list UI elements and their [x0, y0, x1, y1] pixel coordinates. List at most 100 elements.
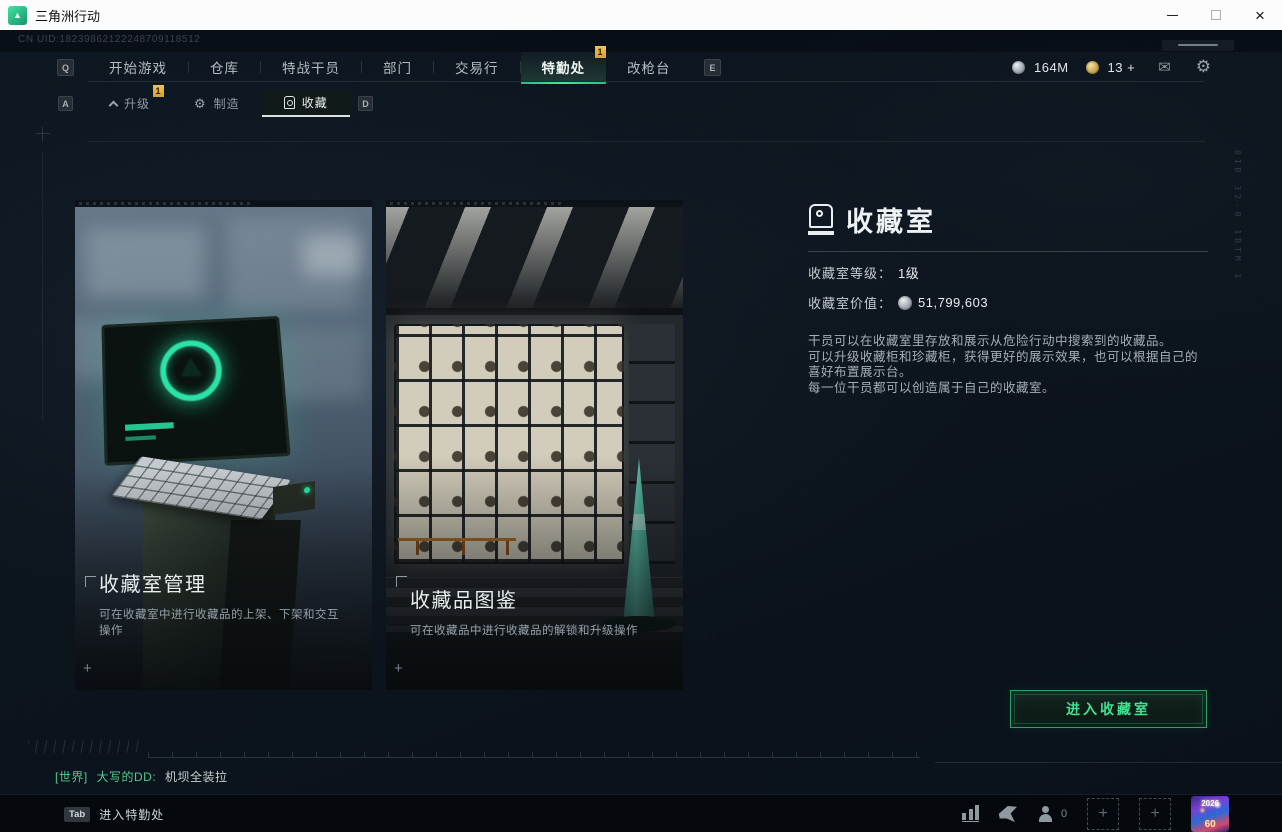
window-controls: × [1150, 0, 1282, 30]
chat-message[interactable]: [世界] 大写的DD: 机坝全装拉 [55, 768, 228, 785]
tab-shortcut-label: 进入特勤处 [99, 806, 164, 823]
value-row: 收藏室价值： 51,799,603 [808, 293, 1208, 312]
invite-slot-button[interactable]: + [1087, 798, 1119, 830]
tab-keycap: Tab [64, 807, 90, 822]
card-collection-room-management[interactable]: + 收藏室管理 可在收藏室中进行收藏品的上架、下架和交互操作 [75, 200, 372, 690]
subnav-item-label: 升级 [124, 95, 150, 112]
left-guide-line [42, 152, 43, 420]
section-divider-line [88, 141, 1205, 142]
nav-item-label: 特战干员 [282, 57, 340, 77]
card-caption: 收藏品图鉴 可在收藏品中进行收藏品的解锁和升级操作 [386, 584, 683, 690]
bottom-bar: Tab 进入特勤处 0 + + 2026 60 [0, 794, 1282, 832]
subnav-item-craft[interactable]: ⚙ 制造 [172, 90, 262, 117]
bottom-bar-icons: 0 + + 2026 60 [962, 795, 1229, 832]
gold-currency-value[interactable]: 13 + [1108, 60, 1136, 75]
subnav-key-hint-left: A [58, 96, 73, 111]
invite-slot-button[interactable]: + [1139, 798, 1171, 830]
app-logo-icon: ▲ [8, 6, 27, 25]
close-button[interactable]: × [1238, 0, 1282, 30]
card-title: 收藏室管理 [99, 568, 348, 597]
subnav-item-upgrade[interactable]: 升级 1 [88, 90, 172, 117]
silver-currency-value[interactable]: 164M [1034, 60, 1069, 75]
friends-button[interactable]: 0 [1038, 806, 1067, 822]
maximize-button[interactable] [1194, 0, 1238, 30]
card-collection-encyclopedia[interactable]: + 收藏品图鉴 可在收藏品中进行收藏品的解锁和升级操作 [386, 200, 683, 690]
enter-special-service-shortcut[interactable]: Tab 进入特勤处 [64, 795, 164, 832]
ruler-decor [148, 752, 920, 758]
nav-item-label: 改枪台 [627, 57, 671, 77]
case-gear [816, 210, 823, 217]
collection-room-panel: 收藏室 收藏室等级： 1级 收藏室价值： 51,799,603 干员可以在收藏室… [808, 200, 1208, 396]
stats-icon[interactable] [962, 806, 979, 822]
scratch-decor [28, 740, 140, 753]
settings-gear-icon[interactable]: ⚙ [1196, 57, 1211, 77]
minimize-button[interactable] [1150, 0, 1194, 30]
titlebar: ▲ 三角洲行动 × [0, 0, 1282, 30]
nav-item-operators[interactable]: 特战干员 [261, 52, 361, 82]
promo-text-bottom: 60 [1191, 819, 1229, 830]
nav-key-hint-left: Q [57, 59, 74, 76]
description-line: 可以升级收藏柜和珍藏柜，获得更好的展示效果，也可以根据自己的喜好布置展示台。 [808, 350, 1208, 381]
chat-text: 机坝全装拉 [165, 770, 228, 784]
silver-coin-icon [898, 296, 912, 310]
corner-bracket-decor [396, 576, 407, 587]
nav-key-hint-right: E [704, 59, 721, 76]
corner-bracket-decor [85, 576, 96, 587]
subnav-badge: 1 [153, 85, 164, 97]
panel-divider [808, 251, 1208, 252]
case-base [808, 231, 834, 235]
promo-text-top: 2026 [1191, 799, 1229, 808]
nav-item-special-service-selected[interactable]: 特勤处 1 [521, 52, 607, 82]
card-header-strip [386, 200, 683, 207]
level-label: 收藏室等级： [808, 263, 892, 282]
collection-icon [284, 96, 295, 109]
nav-item-label: 部门 [383, 57, 412, 77]
card-caption: 收藏室管理 可在收藏室中进行收藏品的上架、下架和交互操作 [75, 568, 372, 690]
minimize-icon [1167, 15, 1178, 16]
level-value: 1级 [898, 263, 919, 282]
plus-mark-decor: + [83, 660, 92, 677]
nav-item-warehouse[interactable]: 仓库 [189, 52, 260, 82]
vertical-decor-text: 01B 32-0 1BTM 1 [1233, 150, 1242, 360]
description-line: 每一位干员都可以创造属于自己的收藏室。 [808, 381, 1208, 397]
maximize-icon [1211, 10, 1221, 20]
level-row: 收藏室等级： 1级 [808, 263, 1208, 282]
card-description: 可在收藏品中进行收藏品的解锁和升级操作 [410, 622, 659, 638]
page-title: 收藏室 [846, 200, 936, 239]
subnav-key-hint-right: D [358, 96, 373, 111]
mail-icon[interactable]: ✉ [1158, 58, 1171, 76]
topbar-right: 164M 13 + ✉ ⚙ [1012, 52, 1211, 82]
enter-collection-room-button[interactable]: 进入收藏室 [1010, 690, 1207, 728]
upgrade-icon [109, 100, 119, 110]
silver-coin-icon [1012, 61, 1025, 74]
nav-item-label: 特勤处 [542, 57, 586, 77]
subnav-item-label: 收藏 [302, 94, 328, 111]
panel-header: 收藏室 [808, 200, 1208, 239]
nav-item-start-game[interactable]: 开始游戏 [88, 52, 188, 82]
card-description: 可在收藏室中进行收藏品的上架、下架和交互操作 [99, 606, 348, 638]
subnav-item-collection-selected[interactable]: 收藏 [262, 90, 350, 117]
player-uid: CN UID:18239862122248709118512 [18, 34, 200, 45]
nav-item-label: 仓库 [210, 57, 239, 77]
nav-badge: 1 [595, 46, 606, 58]
main-nav: 开始游戏 仓库 特战干员 部门 交易行 特勤处 1 改枪台 [88, 52, 692, 82]
announcement-horn-icon[interactable] [998, 804, 1019, 823]
description-line: 干员可以在收藏室里存放和展示从危险行动中搜索到的收藏品。 [808, 334, 1208, 350]
nav-item-market[interactable]: 交易行 [434, 52, 520, 82]
crosshair-decor [36, 127, 50, 141]
friends-icon [1038, 806, 1054, 822]
event-promo-thumbnail[interactable]: 2026 60 [1191, 796, 1229, 832]
app-window: ▲ 三角洲行动 × CN UID:18239862122248709118512… [0, 0, 1282, 832]
nav-item-gunsmith[interactable]: 改枪台 [606, 52, 692, 82]
plus-mark-decor: + [394, 660, 403, 677]
chat-username: 大写的DD: [97, 770, 157, 784]
display-case-icon [808, 204, 834, 235]
chat-channel: [世界] [55, 770, 88, 784]
nav-item-department[interactable]: 部门 [362, 52, 433, 82]
card-header-strip [75, 200, 372, 207]
subnav-item-label: 制造 [214, 95, 240, 112]
notification-drawer-handle[interactable] [1162, 40, 1234, 51]
close-icon: × [1255, 7, 1265, 24]
card-title: 收藏品图鉴 [410, 584, 659, 613]
panel-description: 干员可以在收藏室里存放和展示从危险行动中搜索到的收藏品。 可以升级收藏柜和珍藏柜… [808, 334, 1208, 396]
